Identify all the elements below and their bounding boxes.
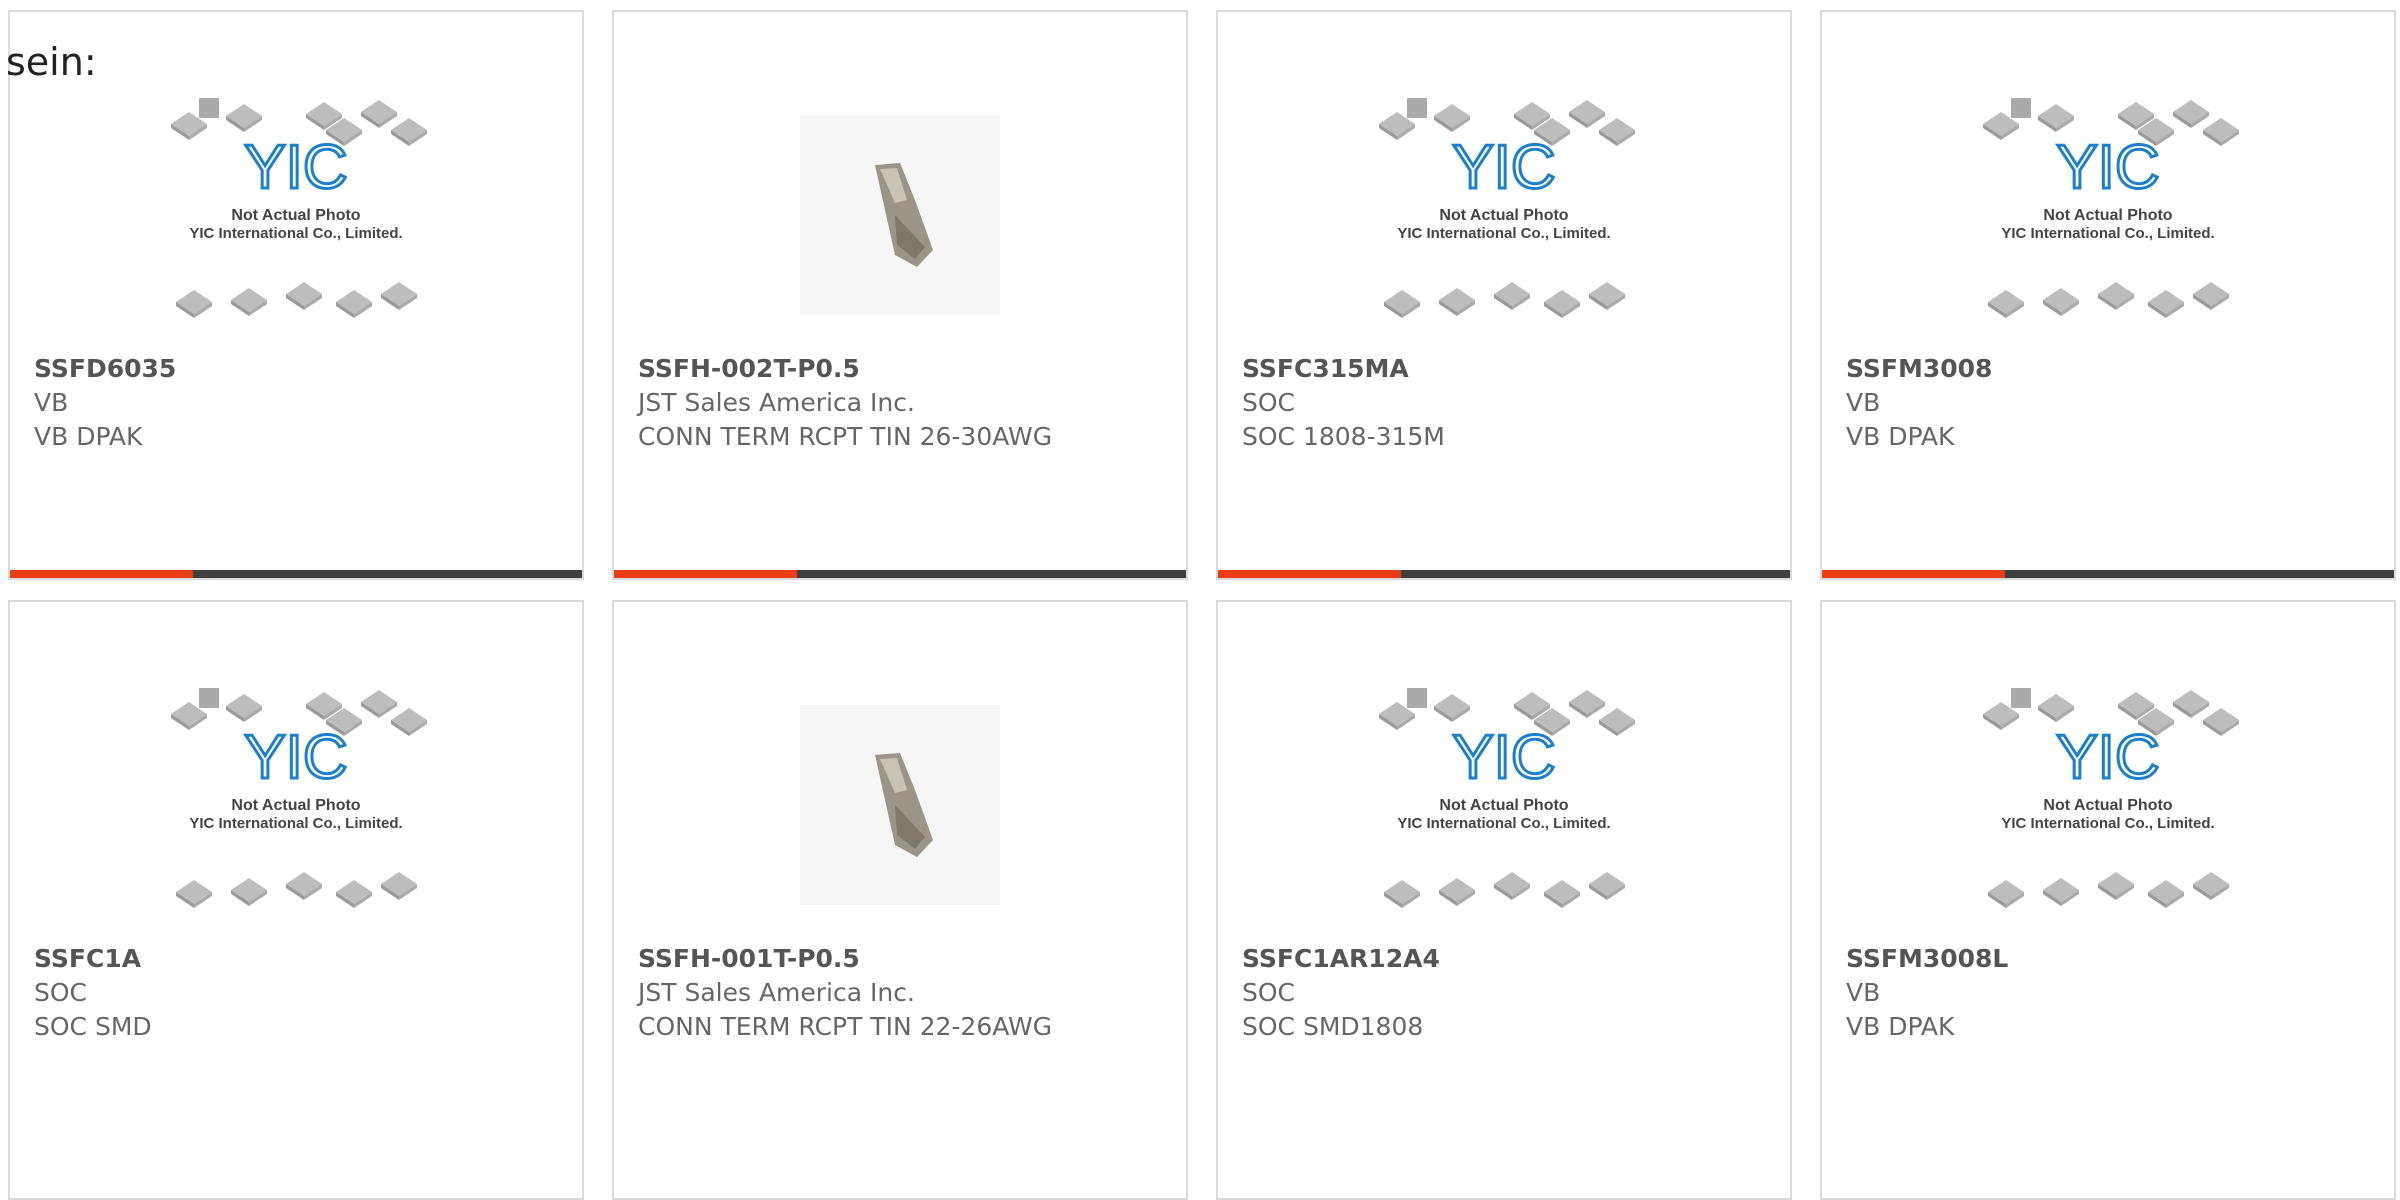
page-title: sein: xyxy=(6,40,97,84)
product-card[interactable]: YIC Not Actual Photo YIC International C… xyxy=(8,600,584,1200)
description: VB DPAK xyxy=(1846,422,1955,451)
product-image: YIC Not Actual Photo YIC International C… xyxy=(10,80,582,350)
manufacturer: VB xyxy=(1846,978,1881,1007)
svg-text:YIC: YIC xyxy=(244,723,347,792)
product-image: YIC Not Actual Photo YIC International C… xyxy=(1218,670,1790,940)
svg-text:Not Actual Photo: Not Actual Photo xyxy=(2043,797,2172,814)
part-number: SSFC1AR12A4 xyxy=(1242,944,1440,973)
yic-placeholder-image: YIC Not Actual Photo YIC International C… xyxy=(171,688,427,908)
product-card[interactable]: YIC Not Actual Photo YIC International C… xyxy=(1216,600,1792,1200)
svg-text:YIC International Co., Limited: YIC International Co., Limited. xyxy=(189,225,402,242)
svg-text:Not Actual Photo: Not Actual Photo xyxy=(231,797,360,814)
manufacturer: SOC xyxy=(1242,388,1296,417)
svg-text:YIC: YIC xyxy=(1452,723,1555,792)
product-card[interactable]: YIC Not Actual Photo YIC International C… xyxy=(1820,600,2396,1200)
product-card[interactable]: SSFH-001T-P0.5 JST Sales America Inc. CO… xyxy=(612,600,1188,1200)
yic-placeholder-image: YIC Not Actual Photo YIC International C… xyxy=(1379,688,1635,908)
yic-placeholder-image: YIC Not Actual Photo YIC International C… xyxy=(1379,98,1635,318)
card-bar xyxy=(1822,570,2394,578)
description: SOC SMD1808 xyxy=(1242,1012,1424,1041)
description: SOC SMD xyxy=(34,1012,152,1041)
product-image: YIC Not Actual Photo YIC International C… xyxy=(1822,80,2394,350)
manufacturer: VB xyxy=(34,388,69,417)
part-number: SSFC1A xyxy=(34,944,142,973)
part-number: SSFC315MA xyxy=(1242,354,1409,383)
manufacturer: JST Sales America Inc. xyxy=(638,978,915,1007)
svg-text:Not Actual Photo: Not Actual Photo xyxy=(1439,797,1568,814)
description: CONN TERM RCPT TIN 22-26AWG xyxy=(638,1012,1053,1041)
description: VB DPAK xyxy=(1846,1012,1955,1041)
product-card[interactable]: YIC Not Actual Photo YIC International C… xyxy=(8,10,584,580)
product-card[interactable]: YIC Not Actual Photo YIC International C… xyxy=(1216,10,1792,580)
svg-text:Not Actual Photo: Not Actual Photo xyxy=(2043,207,2172,224)
product-image: YIC Not Actual Photo YIC International C… xyxy=(10,670,582,940)
product-image xyxy=(614,80,1186,350)
manufacturer: VB xyxy=(1846,388,1881,417)
part-number: SSFM3008 xyxy=(1846,354,1993,383)
card-bar xyxy=(10,570,582,578)
part-number: SSFH-001T-P0.5 xyxy=(638,944,860,973)
svg-text:YIC International Co., Limited: YIC International Co., Limited. xyxy=(2001,225,2214,242)
svg-text:YIC: YIC xyxy=(2056,723,2159,792)
svg-text:YIC International Co., Limited: YIC International Co., Limited. xyxy=(1397,815,1610,832)
svg-text:YIC: YIC xyxy=(1452,133,1555,202)
card-bar xyxy=(614,570,1186,578)
crimp-terminal-photo xyxy=(875,163,933,267)
yic-placeholder-image: YIC Not Actual Photo YIC International C… xyxy=(1983,688,2239,908)
manufacturer: JST Sales America Inc. xyxy=(638,388,915,417)
svg-text:Not Actual Photo: Not Actual Photo xyxy=(231,207,360,224)
svg-text:YIC: YIC xyxy=(244,133,347,202)
svg-text:Not Actual Photo: Not Actual Photo xyxy=(1439,207,1568,224)
crimp-terminal-photo xyxy=(875,753,933,857)
svg-text:YIC International Co., Limited: YIC International Co., Limited. xyxy=(1397,225,1610,242)
product-image: YIC Not Actual Photo YIC International C… xyxy=(1822,670,2394,940)
description: VB DPAK xyxy=(34,422,143,451)
product-card[interactable]: SSFH-002T-P0.5 JST Sales America Inc. CO… xyxy=(612,10,1188,580)
yic-placeholder-image: YIC Not Actual Photo YIC International C… xyxy=(171,98,427,318)
manufacturer: SOC xyxy=(1242,978,1296,1007)
part-number: SSFM3008L xyxy=(1846,944,2009,973)
svg-text:YIC: YIC xyxy=(2056,133,2159,202)
description: SOC 1808-315M xyxy=(1242,422,1445,451)
product-card[interactable]: YIC Not Actual Photo YIC International C… xyxy=(1820,10,2396,580)
yic-placeholder-image: YIC Not Actual Photo YIC International C… xyxy=(1983,98,2239,318)
product-image: YIC Not Actual Photo YIC International C… xyxy=(1218,80,1790,350)
description: CONN TERM RCPT TIN 26-30AWG xyxy=(638,422,1053,451)
part-number: SSFD6035 xyxy=(34,354,177,383)
svg-text:YIC International Co., Limited: YIC International Co., Limited. xyxy=(189,815,402,832)
product-image xyxy=(614,670,1186,940)
part-number: SSFH-002T-P0.5 xyxy=(638,354,860,383)
svg-text:YIC International Co., Limited: YIC International Co., Limited. xyxy=(2001,815,2214,832)
manufacturer: SOC xyxy=(34,978,88,1007)
card-bar xyxy=(1218,570,1790,578)
